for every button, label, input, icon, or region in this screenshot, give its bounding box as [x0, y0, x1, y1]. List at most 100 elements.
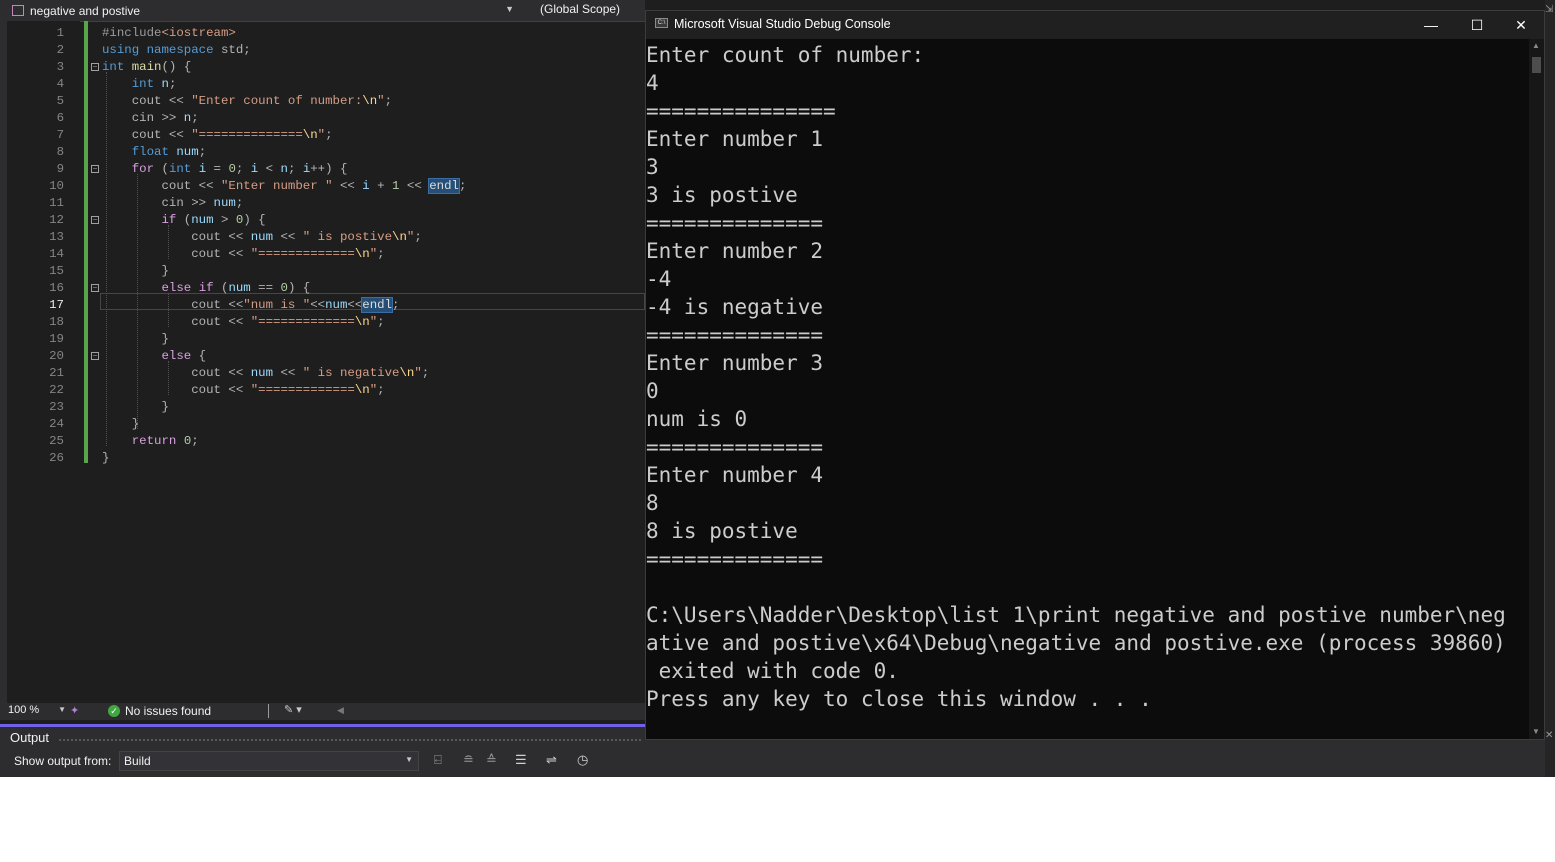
code-token: cin >> — [102, 196, 214, 210]
console-output[interactable]: Enter count of number: 4 =============== En… — [646, 39, 1528, 739]
code-token: \n — [354, 383, 370, 397]
code-line[interactable]: cout << "=============\n"; — [102, 246, 384, 263]
code-line[interactable]: return 0; — [102, 433, 199, 450]
code-line[interactable]: } — [102, 416, 139, 433]
code-line[interactable]: if (num > 0) { — [102, 212, 266, 229]
scrollbar-thumb[interactable] — [1532, 57, 1541, 73]
code-token: i — [362, 179, 370, 193]
output-source-dropdown[interactable]: Build ▼ — [119, 751, 419, 771]
code-token: ; — [325, 128, 333, 142]
timestamp-clock-icon[interactable]: ◷ — [577, 752, 588, 768]
word-wrap-icon[interactable]: ⇌ — [546, 752, 557, 768]
code-token: ; — [421, 366, 430, 380]
previous-message-icon[interactable]: ≘ — [463, 752, 474, 768]
console-scrollbar[interactable]: ▲ ▼ — [1529, 39, 1544, 739]
global-scope-dropdown[interactable]: (Global Scope) — [540, 2, 620, 16]
code-line[interactable]: #include<iostream> — [102, 25, 236, 42]
intellicode-icon[interactable]: ✦ — [70, 704, 79, 717]
code-line[interactable]: cout << "Enter count of number:\n"; — [102, 93, 392, 110]
code-line[interactable]: cout <<"num is "<<num<<endl; — [102, 297, 399, 314]
code-line[interactable]: } — [102, 399, 168, 416]
code-token: " — [317, 128, 326, 142]
code-line[interactable]: using namespace std; — [102, 42, 251, 59]
code-line[interactable]: cout << "=============\n"; — [102, 314, 384, 331]
console-line: ============== — [646, 435, 824, 459]
scroll-left-icon[interactable]: ◀ — [337, 705, 344, 716]
code-line[interactable]: cin >> num; — [102, 195, 243, 212]
code-token: std; — [213, 43, 251, 57]
code-token: ; — [191, 111, 199, 125]
line-number-gutter: 1 2 3 4 5 6 7 8 9 10 11 12 13 14 15 16 17 18 19 20 21 22 23 24 2… — [7, 21, 80, 705]
line-number: 20 — [49, 349, 64, 363]
console-line: Enter count of number: — [646, 43, 925, 67]
pin-icon[interactable]: ⇲ — [1545, 4, 1553, 15]
code-line[interactable]: } — [102, 331, 168, 348]
code-token: return — [131, 434, 177, 448]
maximize-button[interactable]: ☐ — [1454, 13, 1500, 37]
editor-navigation-bar: negative and postive ▼ (Global Scope) — [0, 0, 645, 22]
code-editor[interactable]: #include<iostream> using namespace std; in… — [102, 21, 642, 465]
code-line[interactable]: cin >> n; — [102, 110, 199, 127]
line-number: 8 — [56, 145, 64, 159]
next-message-icon[interactable]: ≙ — [486, 752, 497, 768]
right-tool-strip: ⇲ ✕ — [1545, 0, 1555, 777]
line-number: 16 — [49, 281, 64, 295]
code-token: } — [102, 264, 169, 278]
issues-indicator[interactable]: ✓ No issues found — [108, 704, 211, 718]
code-line[interactable]: cout << "Enter number " << i + 1 << endl… — [102, 178, 466, 195]
console-line: ============== — [646, 547, 824, 571]
code-token: num — [325, 298, 348, 312]
change-tracking-bar — [84, 21, 88, 463]
code-line[interactable]: } — [102, 450, 109, 467]
code-token: "Enter number " — [220, 179, 333, 193]
collapse-icon[interactable]: − — [91, 216, 99, 224]
minimize-button[interactable]: — — [1408, 13, 1454, 37]
collapse-icon[interactable]: − — [91, 165, 99, 173]
code-token: int — [168, 162, 192, 176]
line-number: 12 — [49, 213, 64, 227]
line-number: 5 — [56, 94, 64, 108]
code-line[interactable]: for (int i = 0; i < n; i++) { — [102, 161, 348, 178]
code-token: cout << — [102, 179, 221, 193]
find-message-icon[interactable]: ⍇ — [434, 752, 442, 768]
code-token: num — [228, 281, 251, 295]
panel-drag-handle[interactable] — [58, 738, 643, 742]
code-cleanup-icon[interactable]: ✎ ▾ — [284, 703, 302, 716]
code-line[interactable]: int main() { — [102, 59, 191, 76]
code-token: "num is " — [243, 298, 311, 312]
code-token: " — [377, 94, 385, 108]
code-line[interactable]: cout << num << " is postive\n"; — [102, 229, 422, 246]
clear-all-icon[interactable]: ☰ — [515, 752, 527, 768]
code-token: num — [250, 366, 274, 380]
editor-status-bar: 100 % ▼ ✦ ✓ No issues found ✎ ▾ ◀ — [0, 703, 645, 720]
close-button[interactable]: ✕ — [1498, 13, 1544, 37]
code-line[interactable]: else { — [102, 348, 207, 365]
code-line[interactable]: cout << "==============\n"; — [102, 127, 333, 144]
chevron-down-icon: ▼ — [58, 705, 66, 714]
code-line[interactable]: } — [102, 263, 169, 280]
scroll-down-icon[interactable]: ▼ — [1532, 727, 1540, 736]
file-scope-dropdown[interactable]: negative and postive ▼ — [6, 2, 516, 19]
code-line[interactable]: else if (num == 0) { — [102, 280, 311, 297]
scroll-up-icon[interactable]: ▲ — [1532, 41, 1540, 50]
console-title-bar[interactable]: C:\ Microsoft Visual Studio Debug Consol… — [646, 11, 1544, 39]
code-line[interactable]: int n; — [102, 76, 177, 93]
collapse-icon[interactable]: − — [91, 352, 99, 360]
close-panel-icon[interactable]: ✕ — [1545, 730, 1553, 741]
code-line[interactable]: float num; — [102, 144, 206, 161]
code-line[interactable]: cout << num << " is negative\n"; — [102, 365, 429, 382]
file-scope-label: negative and postive — [30, 3, 141, 18]
code-token: ; — [191, 434, 199, 448]
code-line[interactable]: cout << "=============\n"; — [102, 382, 384, 399]
line-number: 2 — [56, 43, 64, 57]
zoom-dropdown[interactable]: 100 % ▼ — [8, 704, 66, 719]
code-token: \n — [354, 247, 370, 261]
collapse-icon[interactable]: − — [91, 284, 99, 292]
collapse-icon[interactable]: − — [91, 63, 99, 71]
console-line: -4 is negative — [646, 295, 824, 319]
console-app-icon: C:\ — [655, 18, 668, 28]
